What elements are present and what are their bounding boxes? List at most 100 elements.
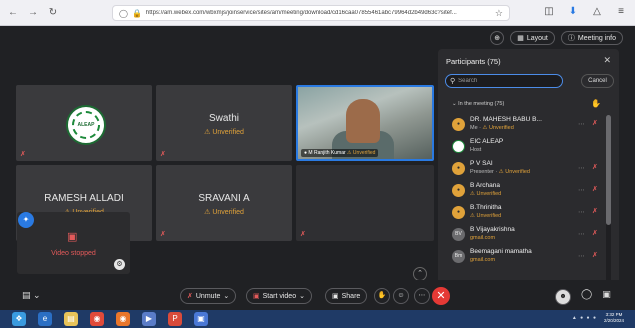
pocket-icon[interactable]: ◫ bbox=[543, 6, 555, 17]
meeting-area: ⊕ ▦ Layout ⓘ Meeting info ALEAP ✗ Swathi ⚠… bbox=[0, 26, 635, 306]
mic-muted-icon: ✗ bbox=[160, 151, 166, 158]
shield-icon: ◯ bbox=[119, 8, 128, 18]
participants-panel: Participants (75) ✕ ⚲ Cancel ⌄ In the me… bbox=[438, 49, 619, 301]
chrome-icon[interactable]: ◉ bbox=[90, 312, 104, 326]
avatar: ● bbox=[452, 184, 465, 197]
meeting-toolbar: ▤ ⌄ ✗ Unmute ⌄ ▣ Start video ⌄ ▣ Share ✋… bbox=[0, 280, 635, 310]
participant-scrollbar[interactable] bbox=[606, 115, 611, 295]
video-tile-sravani[interactable]: SRAVANI A ⚠ Unverified ✗ bbox=[156, 165, 292, 241]
more-icon[interactable]: ⋯ bbox=[578, 208, 585, 216]
participants-icon[interactable]: ☻ bbox=[555, 289, 571, 305]
start-video-button[interactable]: ▣ Start video ⌄ bbox=[246, 288, 312, 304]
chevron-down-icon: ⌄ bbox=[223, 293, 230, 300]
chat-icon[interactable]: ◯ bbox=[581, 289, 592, 305]
aleap-logo: ALEAP bbox=[66, 105, 106, 145]
pin-icon[interactable]: ✦ bbox=[18, 212, 34, 228]
search-icon: ⚲ bbox=[450, 78, 456, 85]
back-arrow-icon[interactable]: ← bbox=[6, 6, 20, 20]
share-screen-icon: ▣ bbox=[332, 293, 339, 300]
video-tile-empty[interactable]: ✗ bbox=[296, 165, 434, 241]
media-player-icon[interactable]: ▶ bbox=[142, 312, 156, 326]
mic-muted-icon: ✗ bbox=[160, 231, 166, 238]
avatar: Bm bbox=[452, 250, 465, 263]
video-off-icon: ▣ bbox=[253, 293, 260, 300]
layout-button[interactable]: ▦ Layout bbox=[510, 31, 555, 45]
tile-name: RAMESH ALLADI bbox=[44, 193, 124, 204]
browser-toolbar: ← → ↻ ◯ 🔒 https://am.webex.com/wbxmjs/jo… bbox=[0, 0, 635, 26]
more-icon[interactable]: ⋯ bbox=[578, 186, 585, 194]
cancel-button[interactable]: Cancel bbox=[581, 74, 614, 88]
reactions-icon[interactable]: ☺ bbox=[393, 288, 409, 304]
avatar: ● bbox=[452, 206, 465, 219]
chevron-down-icon: ⌄ bbox=[299, 293, 305, 300]
powerpoint-icon[interactable]: P bbox=[168, 312, 182, 326]
menu-icon[interactable]: ≡ bbox=[615, 6, 627, 17]
video-stopped-label: Video stopped bbox=[51, 250, 96, 257]
captions-icon[interactable]: ▤ ⌄ bbox=[22, 290, 41, 301]
participant-row[interactable]: ● B.Thrinitha ⚠ Unverified ⋯ ✗ bbox=[450, 203, 598, 225]
ie-icon[interactable]: e bbox=[38, 312, 52, 326]
app-window-icon[interactable]: ▣ bbox=[194, 312, 208, 326]
leave-meeting-button[interactable]: ✕ bbox=[432, 287, 450, 305]
video-tile-aleap[interactable]: ALEAP ✗ bbox=[16, 85, 152, 161]
participant-search[interactable]: ⚲ bbox=[445, 74, 563, 88]
raise-hand-icon[interactable]: ✋ bbox=[374, 288, 390, 304]
tile-status: ⚠ Unverified bbox=[204, 129, 244, 136]
participant-row[interactable]: EIC ALEAP Host bbox=[450, 137, 598, 159]
extensions-icon[interactable]: △ bbox=[591, 6, 603, 17]
mic-muted-icon[interactable]: ✗ bbox=[592, 119, 598, 127]
mic-muted-icon: ✗ bbox=[300, 231, 306, 238]
self-view[interactable]: ▣ Video stopped ⚙ bbox=[17, 212, 130, 274]
zoom-icon[interactable]: ⊕ bbox=[490, 31, 505, 45]
share-button[interactable]: ▣ Share bbox=[325, 288, 368, 304]
video-tile-active-speaker[interactable]: ● M Ranjith Kumar ⚠ Unverified bbox=[296, 85, 434, 161]
participant-row[interactable]: BV B Vijayakrishna gmail.com ⋯ ✗ bbox=[450, 225, 598, 247]
tile-status: ⚠ Unverified bbox=[204, 209, 244, 216]
apps-icon[interactable]: ▣ bbox=[602, 289, 611, 305]
settings-gear-icon[interactable]: ⚙ bbox=[114, 259, 125, 270]
system-tray-icons[interactable]: ▲ ● ● ● bbox=[572, 315, 597, 321]
mic-muted-icon: ✗ bbox=[187, 293, 193, 300]
mic-muted-icon[interactable]: ✗ bbox=[592, 207, 598, 215]
close-icon[interactable]: ✕ bbox=[603, 55, 611, 66]
more-icon[interactable]: ⋯ bbox=[578, 230, 585, 238]
bookmark-star-icon[interactable]: ☆ bbox=[495, 8, 503, 19]
raise-hand-icon[interactable]: ✋ bbox=[591, 99, 601, 108]
avatar: ● bbox=[452, 118, 465, 131]
speaker-label: ● M Ranjith Kumar ⚠ Unverified bbox=[301, 149, 379, 157]
reload-icon[interactable]: ↻ bbox=[46, 6, 60, 20]
video-tile-swathi[interactable]: Swathi ⚠ Unverified ✗ bbox=[156, 85, 292, 161]
tile-name: Swathi bbox=[208, 113, 239, 124]
tile-name: SRAVANI A bbox=[198, 193, 250, 204]
participant-row[interactable]: ● B Archana ⚠ Unverified ⋯ ✗ bbox=[450, 181, 598, 203]
more-icon[interactable]: ⋯ bbox=[578, 120, 585, 128]
start-icon[interactable]: ❖ bbox=[12, 312, 26, 326]
address-bar[interactable]: ◯ 🔒 https://am.webex.com/wbxmjs/joinserv… bbox=[112, 5, 510, 21]
mic-muted-icon[interactable]: ✗ bbox=[592, 163, 598, 171]
scroll-thumb[interactable] bbox=[606, 115, 611, 225]
avatar: BV bbox=[452, 228, 465, 241]
forward-arrow-icon[interactable]: → bbox=[26, 6, 40, 20]
mic-muted-icon[interactable]: ✗ bbox=[592, 229, 598, 237]
taskbar-clock[interactable]: 3:32 PM 2/20/2024 bbox=[599, 312, 629, 324]
avatar-logo bbox=[452, 140, 465, 153]
participant-row[interactable]: ● DR. MAHESH BABU B... Me · ⚠ Unverified… bbox=[450, 115, 598, 137]
meeting-info-button[interactable]: ⓘ Meeting info bbox=[560, 31, 623, 45]
participant-row[interactable]: ● P V SAI Presenter · ⚠ Unverified ⋯ ✗ bbox=[450, 159, 598, 181]
unmute-button[interactable]: ✗ Unmute ⌄ bbox=[180, 288, 237, 304]
firefox-icon[interactable]: ◉ bbox=[116, 312, 130, 326]
mic-muted-icon[interactable]: ✗ bbox=[592, 251, 598, 259]
video-off-icon: ▣ bbox=[67, 231, 78, 243]
more-icon[interactable]: ⋯ bbox=[578, 252, 585, 260]
mic-muted-icon[interactable]: ✗ bbox=[592, 185, 598, 193]
chevron-up-icon[interactable]: ⌃ bbox=[413, 267, 427, 281]
os-taskbar: ❖ e ▤ ◉ ◉ ▶ P ▣ ▲ ● ● ● 3:32 PM 2/20/202… bbox=[0, 310, 635, 328]
file-explorer-icon[interactable]: ▤ bbox=[64, 312, 78, 326]
section-in-meeting[interactable]: ⌄ In the meeting (75) bbox=[452, 101, 504, 107]
more-icon[interactable]: ⋯ bbox=[578, 164, 585, 172]
participant-row[interactable]: Bm Beemagani mamatha gmail.com ⋯ ✗ bbox=[450, 247, 598, 269]
more-options-icon[interactable]: ⋯ bbox=[414, 288, 430, 304]
search-input[interactable] bbox=[458, 78, 559, 84]
download-icon[interactable]: ⬇ bbox=[567, 6, 579, 17]
layout-icon: ▦ bbox=[517, 35, 524, 42]
